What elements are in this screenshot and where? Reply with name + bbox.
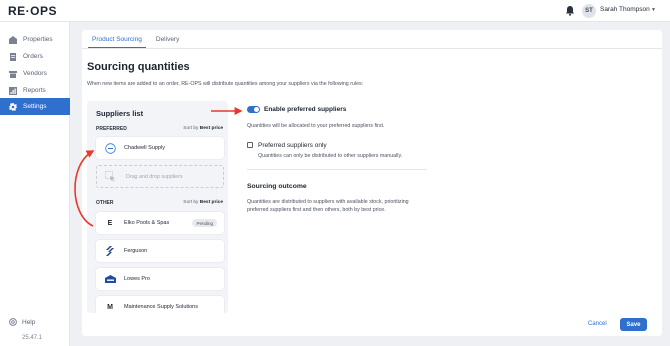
supplier-item-ferguson[interactable]: Ferguson (96, 240, 224, 262)
preferred-only-description: Quantities can only be distributed to ot… (258, 153, 403, 159)
suppliers-list: Suppliers list PREFERRED Sort by Best pr… (87, 101, 228, 313)
supplier-name: Maintenance Supply Solutions (124, 304, 198, 310)
elko-logo-icon: E (107, 219, 113, 227)
app-logo: RE·OPS (8, 4, 58, 18)
sidebar-item-vendors[interactable]: Vendors (0, 65, 70, 82)
store-icon (9, 70, 17, 78)
preferred-only-label: Preferred suppliers only (258, 142, 327, 149)
maintenance-logo-icon: M (107, 303, 113, 311)
sidebar-item-label: Vendors (23, 70, 47, 77)
tab-divider (82, 48, 662, 49)
supplier-name: Lowes Pro (124, 276, 150, 282)
sidebar-item-orders[interactable]: Orders (0, 48, 70, 65)
status-badge: Pending (192, 219, 217, 227)
supplier-dropzone[interactable]: Drag and drop suppliers (96, 165, 224, 188)
supplier-item-elko[interactable]: E Elko Pools & Spas Pending (96, 212, 224, 234)
page-description: When new items are added to an order, RE… (87, 81, 364, 87)
section-divider (247, 169, 427, 170)
enable-preferred-description: Quantities will be allocated to your pre… (247, 123, 385, 129)
document-icon (10, 52, 16, 61)
supplier-item-maintenance[interactable]: M Maintenance Supply Solutions (96, 296, 224, 313)
other-sort[interactable]: Sort by Best price (183, 200, 223, 205)
chart-icon (9, 86, 17, 95)
ferguson-logo-icon (104, 245, 116, 257)
page-title: Sourcing quantities (87, 61, 190, 73)
sort-prefix: Sort by (183, 200, 199, 205)
sidebar-item-reports[interactable]: Reports (0, 82, 70, 99)
sort-prefix: Sort by (183, 126, 199, 131)
enable-preferred-label: Enable preferred suppliers (264, 106, 347, 113)
building-icon (9, 35, 17, 44)
preferred-sort[interactable]: Sort by Best price (183, 126, 223, 131)
supplier-name: Elko Pools & Spas (124, 220, 170, 226)
sidebar: Properties Orders Vendors Reports Settin… (0, 22, 70, 346)
cancel-button[interactable]: Cancel (588, 321, 607, 327)
supplier-name: Ferguson (124, 248, 148, 254)
other-group-label: OTHER (96, 200, 114, 206)
sort-value: Best price (199, 126, 223, 131)
preferred-only-checkbox[interactable] (247, 142, 253, 148)
suppliers-list-title: Suppliers list (96, 109, 144, 118)
save-button[interactable]: Save (620, 318, 647, 331)
user-name[interactable]: Sarah Thompson (600, 6, 650, 13)
gear-icon (9, 102, 17, 111)
dropzone-label: Drag and drop suppliers (126, 173, 183, 180)
sidebar-item-label: Reports (23, 87, 46, 94)
help-link[interactable]: Help (9, 318, 35, 326)
help-icon (9, 318, 17, 326)
sort-value: Best price (199, 200, 223, 205)
tab-product-sourcing[interactable]: Product Sourcing (88, 32, 146, 48)
tab-bar: Product Sourcing Delivery (88, 32, 189, 48)
sidebar-item-label: Orders (23, 53, 43, 60)
help-label: Help (22, 318, 36, 326)
sidebar-item-properties[interactable]: Properties (0, 31, 70, 48)
supplier-item-lowes[interactable]: Lowes Pro (96, 268, 224, 290)
sidebar-item-label: Properties (23, 36, 53, 43)
sidebar-item-settings[interactable]: Settings (0, 98, 70, 115)
lowes-logo-icon (104, 273, 116, 285)
top-bar: RE·OPS ST Sarah Thompson ▼ (0, 0, 670, 22)
avatar[interactable]: ST (582, 4, 596, 18)
settings-panel: Product Sourcing Delivery Sourcing quant… (82, 30, 662, 336)
outcome-title: Sourcing outcome (247, 183, 307, 190)
bell-icon[interactable] (565, 5, 575, 16)
tab-delivery[interactable]: Delivery (152, 32, 183, 48)
enable-preferred-toggle[interactable] (247, 106, 260, 113)
outcome-description: Quantities are distributed to suppliers … (247, 199, 409, 213)
sidebar-item-label: Settings (23, 103, 47, 110)
supplier-name: Chadwell Supply (124, 145, 165, 151)
chadwell-logo-icon (104, 142, 116, 154)
chevron-down-icon[interactable]: ▼ (651, 7, 656, 13)
supplier-item-chadwell[interactable]: Chadwell Supply (96, 137, 224, 159)
drag-drop-icon (105, 171, 115, 182)
app-version: 25.47.1 (22, 335, 43, 341)
preferred-group-label: PREFERRED (96, 126, 127, 132)
